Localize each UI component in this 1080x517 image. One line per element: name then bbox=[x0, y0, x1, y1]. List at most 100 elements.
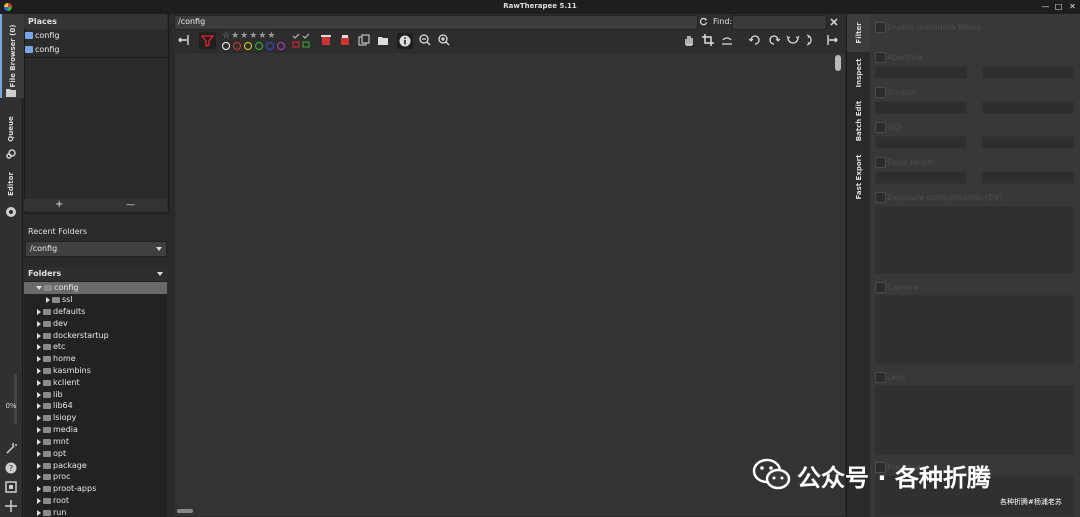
color-label-blue[interactable] bbox=[266, 42, 274, 50]
trash-icon[interactable] bbox=[320, 34, 332, 46]
vertical-scrollbar[interactable] bbox=[835, 55, 841, 71]
maximize-button[interactable]: □ bbox=[1054, 2, 1063, 11]
focal-length-from-input[interactable] bbox=[875, 171, 967, 184]
clear-find-icon[interactable] bbox=[830, 18, 838, 26]
toggle-right-panel-icon[interactable] bbox=[825, 33, 839, 47]
tree-row[interactable]: run bbox=[24, 507, 167, 517]
path-input[interactable]: /config bbox=[174, 15, 698, 30]
folder-open-icon[interactable] bbox=[377, 34, 389, 46]
fullscreen-icon[interactable] bbox=[5, 481, 17, 493]
move-icon[interactable] bbox=[5, 500, 17, 512]
exposure-comp-list[interactable] bbox=[875, 206, 1074, 274]
expander-icon[interactable] bbox=[37, 485, 41, 492]
star-empty-icon[interactable]: ☆ bbox=[222, 31, 231, 41]
exposure-comp-checkbox[interactable] bbox=[875, 192, 886, 203]
focal-length-to-input[interactable] bbox=[982, 171, 1074, 184]
expander-icon[interactable] bbox=[37, 509, 41, 516]
shutter-from-input[interactable] bbox=[875, 101, 967, 114]
flip-horizontal-icon[interactable] bbox=[786, 34, 800, 46]
enable-metadata-checkbox[interactable] bbox=[875, 22, 886, 33]
tree-row[interactable]: opt bbox=[24, 448, 167, 460]
tree-row[interactable]: mnt bbox=[24, 436, 167, 448]
star-icon[interactable]: ★ bbox=[231, 31, 240, 41]
tab-editor[interactable]: Editor bbox=[0, 164, 22, 204]
tree-row[interactable]: proot-apps bbox=[24, 483, 167, 495]
tab-batch-edit[interactable]: Batch Edit bbox=[847, 96, 871, 146]
tree-row[interactable]: kasmbins bbox=[24, 365, 167, 377]
filter-toggle-button[interactable] bbox=[199, 32, 216, 49]
tree-row[interactable]: defaults bbox=[24, 306, 167, 318]
tree-row[interactable]: proc bbox=[24, 471, 167, 483]
expander-icon[interactable] bbox=[37, 426, 41, 433]
expander-icon[interactable] bbox=[37, 438, 41, 445]
tree-row[interactable]: ssl bbox=[24, 294, 167, 306]
tree-row[interactable]: dev bbox=[24, 318, 167, 330]
toggle-left-panel-icon[interactable] bbox=[177, 33, 191, 47]
zoom-out-icon[interactable] bbox=[419, 34, 431, 46]
straighten-icon[interactable] bbox=[721, 34, 733, 46]
color-label-purple[interactable] bbox=[277, 42, 285, 50]
zoom-in-icon[interactable] bbox=[438, 34, 450, 46]
expander-icon[interactable] bbox=[46, 296, 50, 303]
place-item[interactable]: config bbox=[25, 31, 59, 43]
expander-icon[interactable] bbox=[37, 332, 41, 339]
horizontal-scrollbar[interactable] bbox=[177, 509, 193, 513]
expander-icon[interactable] bbox=[37, 402, 41, 409]
info-toggle-button[interactable] bbox=[397, 33, 413, 49]
tab-filter[interactable]: Filter bbox=[847, 14, 871, 52]
shutter-checkbox[interactable] bbox=[875, 87, 886, 98]
tree-row[interactable]: config bbox=[24, 282, 167, 294]
tab-fast-export[interactable]: Fast Export bbox=[847, 151, 871, 203]
camera-list[interactable] bbox=[875, 295, 1074, 365]
expander-icon[interactable] bbox=[37, 367, 41, 374]
vertical-slider[interactable] bbox=[14, 374, 17, 424]
expander-icon[interactable] bbox=[37, 462, 41, 469]
tree-row[interactable]: media bbox=[24, 424, 167, 436]
shutter-to-input[interactable] bbox=[982, 101, 1074, 114]
expander-icon[interactable] bbox=[37, 379, 41, 386]
lens-list[interactable] bbox=[875, 385, 1074, 455]
camera-checkbox[interactable] bbox=[875, 282, 886, 293]
expander-icon[interactable] bbox=[37, 320, 41, 327]
tab-inspect[interactable]: Inspect bbox=[847, 54, 871, 92]
expander-icon[interactable] bbox=[37, 450, 41, 457]
tree-row[interactable]: lsiopy bbox=[24, 412, 167, 424]
chevron-down-icon[interactable] bbox=[157, 272, 163, 276]
expander-icon[interactable] bbox=[37, 414, 41, 421]
tree-row[interactable]: kclient bbox=[24, 377, 167, 389]
color-label-none[interactable] bbox=[222, 42, 230, 50]
close-window-button[interactable]: ✕ bbox=[1068, 2, 1077, 11]
iso-to-input[interactable] bbox=[982, 136, 1074, 149]
thumbnail-area[interactable] bbox=[175, 53, 845, 516]
rotate-left-icon[interactable] bbox=[748, 34, 762, 46]
help-icon[interactable]: ? bbox=[5, 462, 17, 474]
copy-icon[interactable] bbox=[358, 34, 370, 46]
star-icon[interactable]: ★ bbox=[267, 31, 276, 41]
lens-checkbox[interactable] bbox=[875, 372, 886, 383]
color-label-red[interactable] bbox=[233, 42, 241, 50]
tree-row[interactable]: etc bbox=[24, 341, 167, 353]
aperture-to-input[interactable] bbox=[982, 66, 1074, 79]
place-item[interactable]: config bbox=[25, 45, 59, 57]
aperture-checkbox[interactable] bbox=[875, 52, 886, 63]
magic-wand-icon[interactable] bbox=[5, 442, 17, 454]
expander-icon[interactable] bbox=[37, 355, 41, 362]
hand-icon[interactable] bbox=[683, 34, 695, 46]
flip-vertical-icon[interactable] bbox=[805, 34, 817, 46]
expander-icon[interactable] bbox=[37, 497, 41, 504]
tree-row[interactable]: home bbox=[24, 353, 167, 365]
crop-icon[interactable] bbox=[702, 34, 714, 46]
trash-full-icon[interactable] bbox=[339, 34, 351, 46]
rating-stars[interactable]: ☆★★★★★ bbox=[222, 32, 276, 41]
refresh-icon[interactable] bbox=[699, 17, 708, 26]
rotate-right-icon[interactable] bbox=[767, 34, 781, 46]
expander-icon[interactable] bbox=[37, 343, 41, 350]
add-place-button[interactable]: + bbox=[55, 199, 63, 211]
tree-row[interactable]: root bbox=[24, 495, 167, 507]
tab-queue[interactable]: Queue bbox=[0, 104, 22, 154]
expander-icon[interactable] bbox=[37, 308, 41, 315]
color-label-yellow[interactable] bbox=[244, 42, 252, 50]
iso-checkbox[interactable] bbox=[875, 122, 886, 133]
expander-icon[interactable] bbox=[37, 391, 41, 398]
focal-length-checkbox[interactable] bbox=[875, 157, 886, 168]
